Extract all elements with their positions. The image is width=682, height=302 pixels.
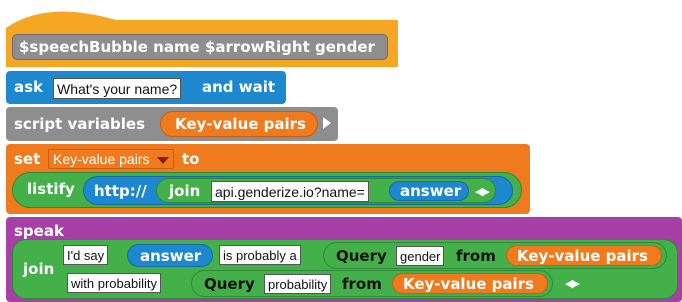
query-gender-reporter[interactable]: Query gender from Key-value pairs bbox=[323, 242, 667, 269]
join-url-reporter[interactable]: join api.genderize.io?name= answer ◀▶ bbox=[156, 178, 496, 203]
answer-reporter-speak[interactable]: answer bbox=[127, 244, 213, 267]
listify-reporter[interactable]: listify http:// join api.genderize.io?na… bbox=[12, 172, 522, 208]
from-gender-label: from bbox=[456, 247, 496, 265]
set-variable-dropdown-label: Key-value pairs bbox=[53, 151, 150, 167]
text-id-say[interactable]: I'd say bbox=[63, 245, 109, 265]
hat-block[interactable]: $speechBubble name $arrowRight gender bbox=[6, 6, 398, 67]
url-text-input[interactable]: api.genderize.io?name= bbox=[211, 181, 369, 202]
url-reporter[interactable]: http:// join api.genderize.io?name= answ… bbox=[83, 176, 513, 205]
speak-keyword: speak bbox=[14, 222, 64, 240]
listify-label: listify bbox=[27, 180, 75, 198]
set-keyword: set bbox=[14, 150, 41, 168]
variable-pill-probability[interactable]: Key-value pairs bbox=[392, 273, 548, 294]
ask-question-input[interactable]: What's your name? bbox=[53, 78, 182, 99]
script-variables-block[interactable]: script variables Key-value pairs bbox=[6, 107, 338, 141]
answer-reporter-url[interactable]: answer bbox=[389, 181, 469, 201]
answer-label-speak: answer bbox=[140, 247, 202, 265]
chevron-down-icon bbox=[157, 157, 169, 164]
join-url-label: join bbox=[169, 182, 201, 200]
join-reporter-speak[interactable]: join I'd say answer is probably a Query … bbox=[12, 239, 678, 299]
from-probability-label: from bbox=[342, 275, 382, 293]
ask-suffix: and wait bbox=[202, 78, 276, 96]
variable-label-probability: Key-value pairs bbox=[403, 275, 534, 293]
text-with-probability[interactable]: with probability bbox=[67, 273, 161, 293]
set-block[interactable]: set Key-value pairs to listify http:// j… bbox=[6, 144, 530, 214]
set-to-label: to bbox=[182, 150, 200, 168]
script-variable-label: Key-value pairs bbox=[175, 115, 306, 133]
arrows-left-right-icon-speak[interactable]: ◀▶ bbox=[565, 277, 580, 290]
variable-pill-gender[interactable]: Key-value pairs bbox=[506, 245, 662, 266]
url-prefix-label: http:// bbox=[94, 182, 147, 200]
set-variable-dropdown[interactable]: Key-value pairs bbox=[48, 149, 174, 169]
hat-label-bar[interactable]: $speechBubble name $arrowRight gender bbox=[12, 34, 388, 60]
variable-label-gender: Key-value pairs bbox=[517, 247, 648, 265]
ask-block[interactable]: ask What's your name? and wait bbox=[6, 71, 286, 104]
join-speak-label: join bbox=[23, 260, 55, 278]
query-probability-label: Query bbox=[204, 275, 255, 293]
hat-label-text: $speechBubble name $arrowRight gender bbox=[19, 38, 375, 56]
query-probability-reporter[interactable]: Query probability from Key-value pairs bbox=[191, 270, 553, 297]
query-gender-label: Query bbox=[336, 247, 387, 265]
script-variable-pill[interactable]: Key-value pairs bbox=[160, 111, 318, 137]
ask-keyword: ask bbox=[14, 78, 44, 96]
expand-arrow-icon[interactable] bbox=[323, 117, 331, 129]
answer-label-url: answer bbox=[400, 182, 462, 200]
speak-block[interactable]: speak join I'd say answer is probably a … bbox=[6, 217, 682, 302]
script-variables-keyword: script variables bbox=[14, 115, 146, 133]
text-is-probably[interactable]: is probably a bbox=[219, 245, 301, 265]
query-probability-key-input[interactable]: probability bbox=[264, 274, 332, 294]
query-gender-key-input[interactable]: gender bbox=[396, 246, 445, 266]
arrows-left-right-icon[interactable]: ◀▶ bbox=[475, 185, 490, 198]
